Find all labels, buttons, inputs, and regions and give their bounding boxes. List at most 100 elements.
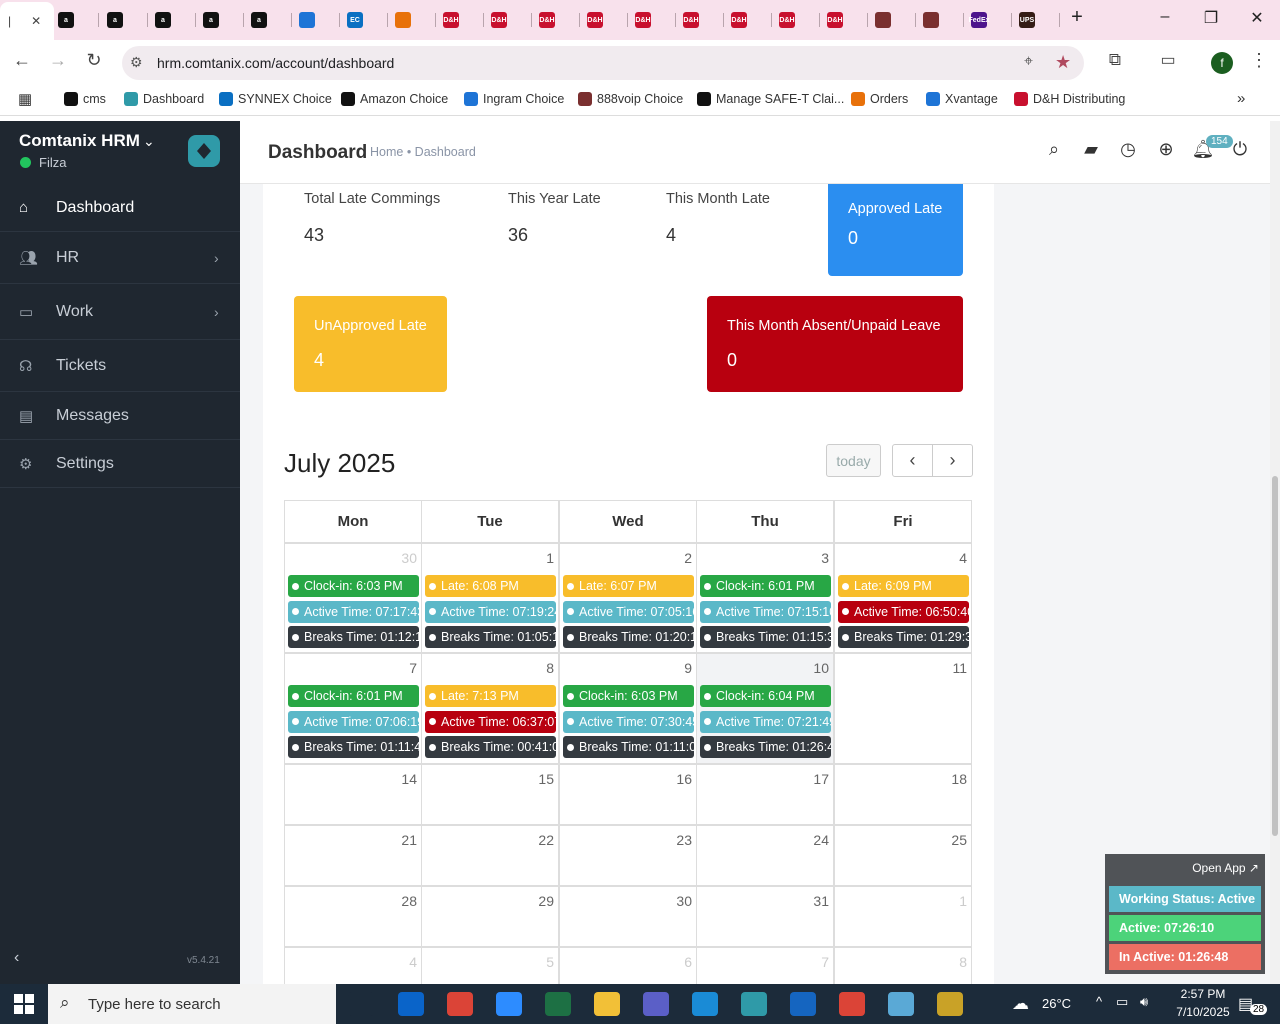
clock-date[interactable]: 7/10/2025 [1168,1005,1238,1019]
browser-tab[interactable]: D&H [683,6,699,34]
browser-tab[interactable]: a [107,6,123,34]
sidebar-item-hr[interactable]: 👥︎ HR › [0,232,240,284]
chevron-down-icon[interactable]: ⌄ [143,133,155,150]
calendar-event[interactable]: Breaks Time: 01:12:18 [288,626,419,648]
browser-tab[interactable]: a [203,6,219,34]
calendar-day-cell[interactable]: 28 [284,886,422,947]
weather-temp[interactable]: 26°C [1042,996,1071,1011]
calendar-day-number[interactable]: 4 [959,550,967,566]
restore-button[interactable]: ❐ [1196,8,1226,28]
calendar-day-number[interactable]: 5 [546,954,554,970]
browser-tab[interactable]: UPS [1019,6,1035,34]
profile-avatar[interactable]: f [1211,52,1233,74]
power-icon[interactable]: ⏻ [1228,139,1252,160]
calendar-day-cell[interactable]: 11 [834,653,972,764]
absent-leave-card[interactable]: This Month Absent/Unpaid Leave 0 [707,296,963,392]
browser-tab[interactable]: D&H [635,6,651,34]
calendar-day-number[interactable]: 3 [821,550,829,566]
calendar-day-number[interactable]: 29 [538,893,554,909]
calendar-day-cell[interactable]: 15 [421,764,559,825]
calendar-day-number[interactable]: 1 [959,893,967,909]
calendar-day-cell[interactable]: 22 [421,825,559,886]
bookmark-item[interactable]: 888voip Choice [578,92,683,106]
calendar-event[interactable]: Late: 6:08 PM [425,575,556,597]
calendar-event[interactable]: Breaks Time: 00:41:02 [425,736,556,758]
calendar-event[interactable]: Breaks Time: 01:05:14 [425,626,556,648]
task-view-icon[interactable] [348,992,374,1016]
chrome-icon[interactable] [839,992,865,1016]
next-month-button[interactable]: › [932,444,973,477]
unapproved-late-card[interactable]: UnApproved Late 4 [294,296,447,392]
app-icon[interactable] [888,992,914,1016]
calendar-day-number[interactable]: 18 [951,771,967,787]
browser-tab[interactable]: FedEx [969,6,990,34]
calendar-event[interactable]: Breaks Time: 01:11:00 [563,736,694,758]
edge-icon[interactable] [692,992,718,1016]
browser-tab[interactable]: D&H [587,6,603,34]
calendar-day-number[interactable]: 9 [684,660,692,676]
search-icon[interactable]: ⌕ [1042,139,1066,160]
calendar-day-cell[interactable]: 1 Late: 6:08 PM Active Time: 07:19:24 Break… [421,543,559,653]
close-window-button[interactable]: ✕ [1242,8,1272,28]
calendar-day-number[interactable]: 30 [401,550,417,566]
brand-name[interactable]: Comtanix HRM [19,131,140,151]
excel-icon[interactable] [545,992,571,1016]
browser-tab[interactable]: a [155,6,171,34]
calendar-event[interactable]: Active Time: 07:21:49 [700,710,831,733]
browser-tab[interactable]: D&H [827,6,843,34]
calendar-day-number[interactable]: 8 [546,660,554,676]
tab-search-icon[interactable]: ▭ [1155,50,1181,70]
forward-button[interactable]: → [45,50,71,71]
calendar-day-cell[interactable]: 7 Clock-in: 6:01 PM Active Time: 07:06:19 B… [284,653,422,764]
calendar-day-number[interactable]: 2 [684,550,692,566]
calendar-event[interactable]: Active Time: 07:19:24 [425,600,556,623]
page-scrollbar[interactable] [1270,121,1280,984]
collapse-sidebar-icon[interactable]: ‹ [14,949,19,967]
calendar-day-number[interactable]: 1 [546,550,554,566]
calendar-day-cell[interactable]: 21 [284,825,422,886]
browser-tab[interactable] [395,6,411,34]
calendar-event[interactable]: Clock-in: 6:03 PM [288,575,419,597]
chevron-up-icon[interactable]: ^ [1096,994,1102,1009]
calendar-day-number[interactable]: 24 [813,832,829,848]
calendar-day-number[interactable]: 11 [952,660,967,676]
apps-grid-icon[interactable]: ▦ [18,90,32,108]
calendar-event[interactable]: Active Time: 07:05:16 [563,600,694,623]
calendar-day-number[interactable]: 22 [538,832,554,848]
bookmark-item[interactable]: Amazon Choice [341,92,448,106]
browser-tab[interactable]: D&H [731,6,747,34]
calendar-event[interactable]: Active Time: 07:15:10 [700,600,831,623]
browser-tab[interactable]: a [58,6,74,34]
calendar-event[interactable]: Active Time: 07:06:19 [288,710,419,733]
calendar-event[interactable]: Late: 6:09 PM [838,575,969,597]
location-icon[interactable]: ⌖ [1024,53,1033,71]
browser-tab[interactable]: D&H [443,6,459,34]
app-icon[interactable] [741,992,767,1016]
calendar-day-number[interactable]: 10 [813,660,829,676]
calendar-day-cell[interactable]: 7 [696,947,834,984]
bookmark-item[interactable]: D&H Distributing [1014,92,1125,106]
calendar-day-cell[interactable]: 14 [284,764,422,825]
bookmark-item[interactable]: Orders [851,92,908,106]
menu-icon[interactable]: ⋮ [1246,50,1272,71]
approved-late-card[interactable]: Approved Late 0 [828,184,963,276]
calendar-day-number[interactable]: 31 [813,893,829,909]
calendar-day-cell[interactable]: 9 Clock-in: 6:03 PM Active Time: 07:30:45 B… [559,653,697,764]
app-icon[interactable] [937,992,963,1016]
calendar-event[interactable]: Active Time: 07:30:45 [563,710,694,733]
tab-close-icon[interactable]: ✕ [31,14,41,28]
teams-icon[interactable] [643,992,669,1016]
bookmark-item[interactable]: Dashboard [124,92,204,106]
calendar-day-cell[interactable]: 6 [559,947,697,984]
app-icon[interactable] [790,992,816,1016]
calendar-event[interactable]: Active Time: 06:50:40 [838,600,969,623]
calendar-event[interactable]: Clock-in: 6:01 PM [288,685,419,707]
site-info-icon[interactable]: ⚙ [130,54,143,71]
calendar-day-cell[interactable]: 4 [284,947,422,984]
browser-tab[interactable]: a [251,6,267,34]
file-explorer-icon[interactable] [594,992,620,1016]
browser-tab[interactable]: EC [347,6,363,34]
calendar-day-number[interactable]: 21 [401,832,417,848]
url-text[interactable]: hrm.comtanix.com/account/dashboard [157,55,394,71]
calendar-event[interactable]: Clock-in: 6:03 PM [563,685,694,707]
